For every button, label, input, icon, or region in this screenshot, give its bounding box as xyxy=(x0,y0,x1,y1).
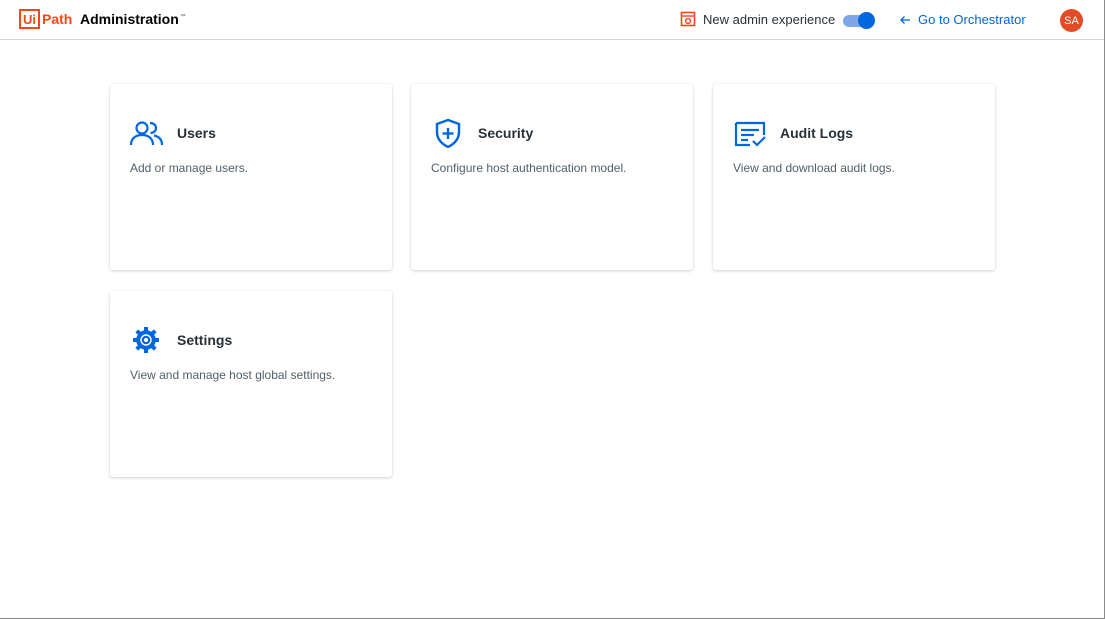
audit-logs-card[interactable]: Audit Logs View and download audit logs. xyxy=(713,84,995,270)
arrow-left-icon xyxy=(900,15,910,24)
new-admin-experience: New admin experience xyxy=(680,11,835,27)
trademark-mark: ™ xyxy=(179,14,186,21)
app-title: Administration™ xyxy=(80,11,186,27)
page: Ui Path Administration™ New admin experi… xyxy=(0,0,1105,619)
new-admin-toggle[interactable] xyxy=(843,12,875,29)
admin-experience-icon xyxy=(680,11,696,27)
settings-card-title: Settings xyxy=(177,332,233,348)
users-icon xyxy=(129,121,164,146)
security-card[interactable]: Security Configure host authentication m… xyxy=(411,84,693,270)
security-card-title: Security xyxy=(478,125,534,141)
users-card-description: Add or manage users. xyxy=(130,161,249,175)
new-admin-label: New admin experience xyxy=(703,11,836,27)
users-card[interactable]: Users Add or manage users. xyxy=(110,84,392,270)
security-card-description: Configure host authentication model. xyxy=(431,161,627,175)
shield-icon xyxy=(435,118,461,148)
settings-card[interactable]: Settings View and manage host global set… xyxy=(110,291,392,477)
audit-logs-icon xyxy=(734,121,766,147)
uipath-logo[interactable]: Ui Path xyxy=(19,9,72,29)
top-header: Ui Path Administration™ New admin experi… xyxy=(0,0,1104,40)
audit-logs-card-description: View and download audit logs. xyxy=(733,161,895,175)
user-avatar[interactable]: SA xyxy=(1060,9,1083,32)
gear-icon xyxy=(133,327,159,353)
go-to-orchestrator-link[interactable]: Go to Orchestrator xyxy=(899,12,1026,27)
logo-ui: Ui xyxy=(19,9,40,29)
audit-logs-card-title: Audit Logs xyxy=(780,125,854,141)
app-title-text: Administration xyxy=(80,11,179,27)
users-card-title: Users xyxy=(177,125,216,141)
settings-card-description: View and manage host global settings. xyxy=(130,368,336,382)
go-to-orchestrator-label: Go to Orchestrator xyxy=(918,12,1026,27)
toggle-knob xyxy=(858,12,875,29)
logo-path: Path xyxy=(42,11,73,27)
